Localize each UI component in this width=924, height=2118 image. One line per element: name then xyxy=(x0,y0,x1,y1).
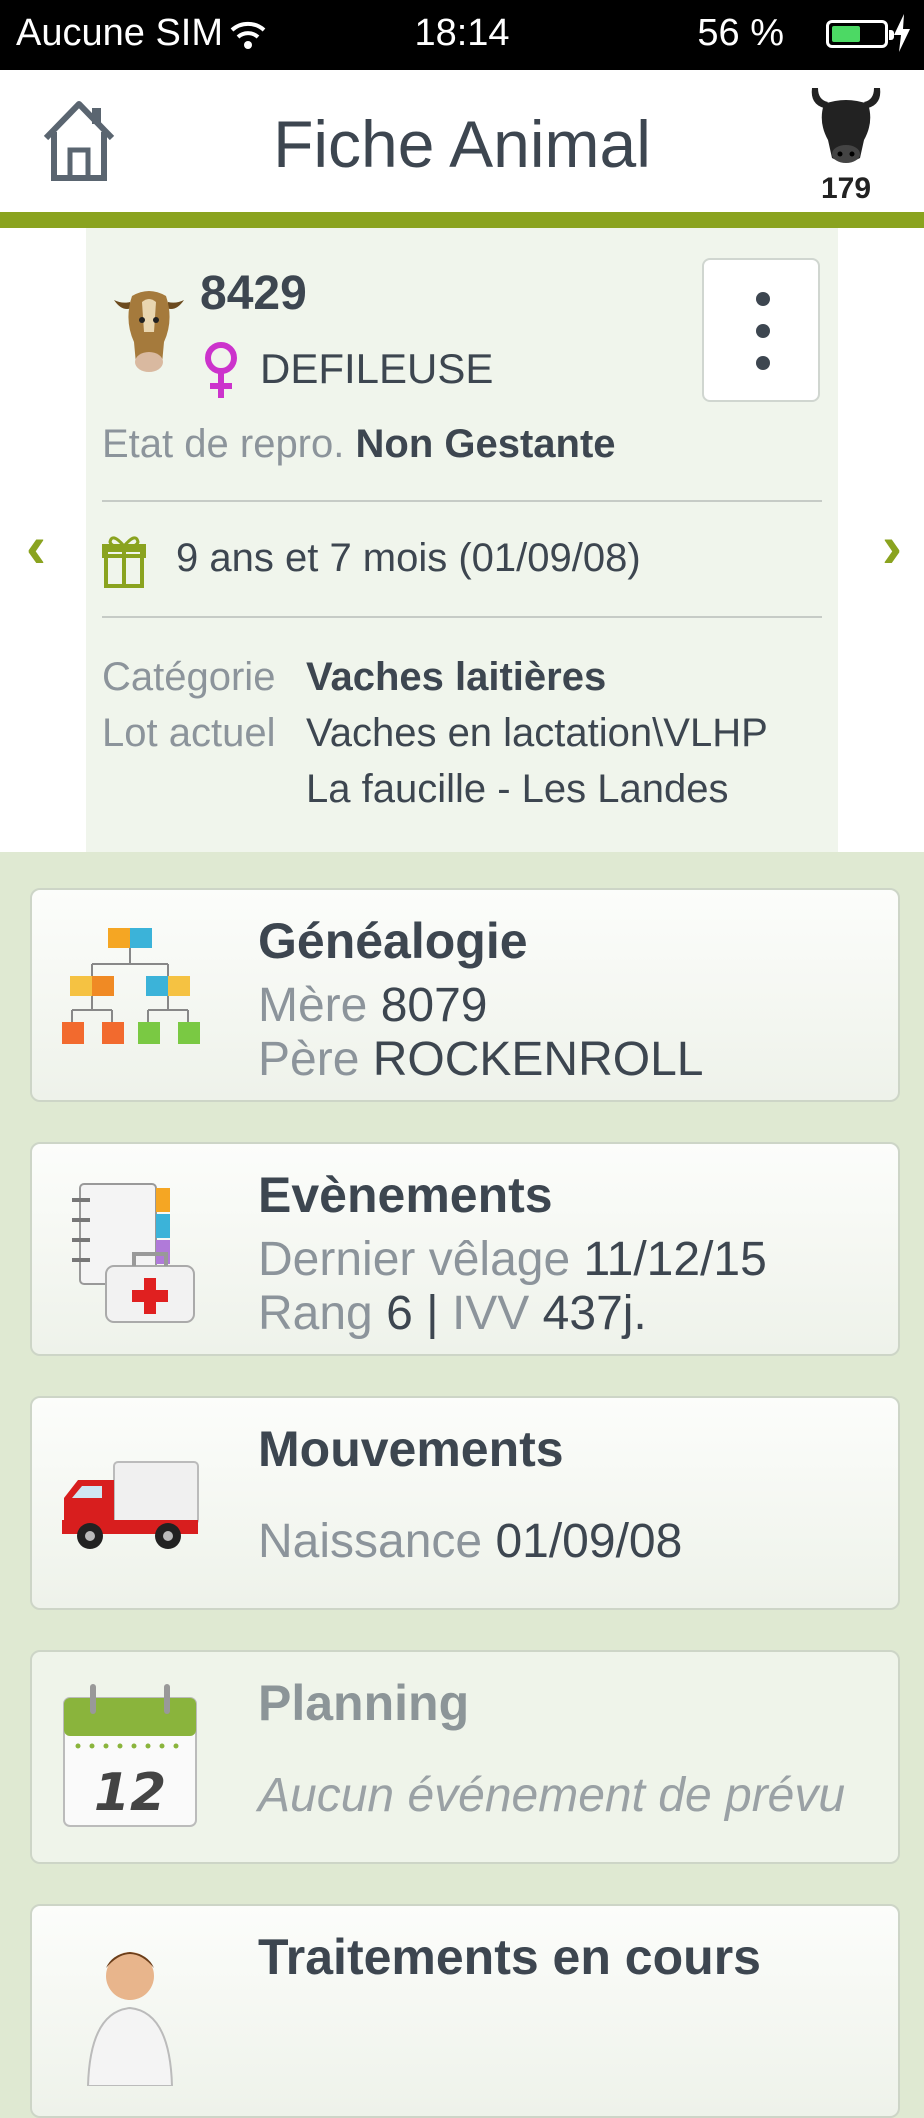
genealogy-card[interactable]: Généalogie Mère 8079 Père ROCKENROLL xyxy=(30,888,900,1102)
cow-head-icon[interactable] xyxy=(808,82,884,168)
treatments-card[interactable]: Traitements en cours xyxy=(30,1904,900,2118)
events-card[interactable]: Evènements Dernier vêlage 11/12/15 Rang … xyxy=(30,1142,900,1356)
previous-animal-button[interactable]: ‹ xyxy=(26,512,46,581)
herd-count: 179 xyxy=(820,172,872,205)
planning-empty-text: Aucun événement de prévu xyxy=(258,1769,846,1822)
divider xyxy=(102,616,822,618)
more-options-button[interactable] xyxy=(702,258,820,402)
animal-id: 8429 xyxy=(200,267,307,320)
gift-icon xyxy=(102,536,146,588)
ivv-value: 437j. xyxy=(542,1287,647,1340)
planning-card[interactable]: 12 Planning Aucun événement de prévu xyxy=(30,1650,900,1864)
repro-value: Non Gestante xyxy=(355,422,616,466)
page-title: Fiche Animal xyxy=(273,107,651,181)
battery-percent: 56 % xyxy=(697,12,784,54)
cow-icon xyxy=(114,291,184,372)
calendar-day: 12 xyxy=(94,1763,166,1823)
separator: | xyxy=(426,1287,439,1340)
last-calving-value: 11/12/15 xyxy=(583,1233,767,1286)
mother-line: Mère 8079 xyxy=(258,978,487,1033)
animal-age: 9 ans et 7 mois (01/09/08) xyxy=(176,536,641,580)
ivv-label: IVV xyxy=(451,1287,530,1340)
calendar-icon: 12 xyxy=(63,1684,197,1827)
card-title: Mouvements xyxy=(258,1421,564,1477)
rank-label: Rang xyxy=(258,1287,373,1340)
divider xyxy=(102,500,822,502)
category-label: Catégorie xyxy=(102,655,276,699)
card-title: Généalogie xyxy=(258,913,528,969)
father-label: Père xyxy=(258,1033,360,1086)
lot-value: Vaches en lactation\VLHP xyxy=(306,711,768,755)
category-value: Vaches laitières xyxy=(306,655,607,699)
father-line: Père ROCKENROLL xyxy=(258,1032,703,1087)
card-title: Evènements xyxy=(258,1167,553,1223)
father-value: ROCKENROLL xyxy=(372,1033,704,1086)
birth-label: Naissance xyxy=(258,1515,483,1568)
last-calving-line: Dernier vêlage 11/12/15 xyxy=(258,1232,767,1287)
birth-value: 01/09/08 xyxy=(495,1515,683,1568)
repro-label: Etat de repro. xyxy=(102,422,345,466)
mother-label: Mère xyxy=(258,979,368,1032)
truck-icon xyxy=(62,1461,199,1549)
female-icon xyxy=(205,342,237,398)
status-bar: Aucune SIM 18:14 56 % xyxy=(0,0,924,70)
card-title: Planning xyxy=(258,1675,470,1731)
next-animal-button[interactable]: › xyxy=(882,512,902,581)
charging-icon xyxy=(894,14,910,52)
movements-card[interactable]: Mouvements Naissance 01/09/08 xyxy=(30,1396,900,1610)
more-options-icon xyxy=(756,292,770,306)
app-header: Fiche Animal 179 xyxy=(0,70,924,228)
lot-label: Lot actuel xyxy=(102,711,276,755)
card-title: Traitements en cours xyxy=(258,1929,761,1985)
clock: 18:14 xyxy=(414,12,510,54)
lot-location: La faucille - Les Landes xyxy=(306,767,729,811)
last-calving-label: Dernier vêlage xyxy=(258,1233,571,1286)
battery-icon xyxy=(826,20,894,48)
rank-value: 6 xyxy=(386,1287,413,1340)
repro-status: Etat de repro. Non Gestante xyxy=(102,422,616,467)
vet-icon xyxy=(86,1952,174,2086)
genealogy-icon xyxy=(62,928,200,1044)
birth-line: Naissance 01/09/08 xyxy=(258,1514,682,1569)
rank-line: Rang 6 | IVV 437j. xyxy=(258,1286,647,1341)
animal-name: DEFILEUSE xyxy=(260,345,494,392)
mother-value: 8079 xyxy=(380,979,488,1032)
events-icon xyxy=(72,1183,195,1323)
